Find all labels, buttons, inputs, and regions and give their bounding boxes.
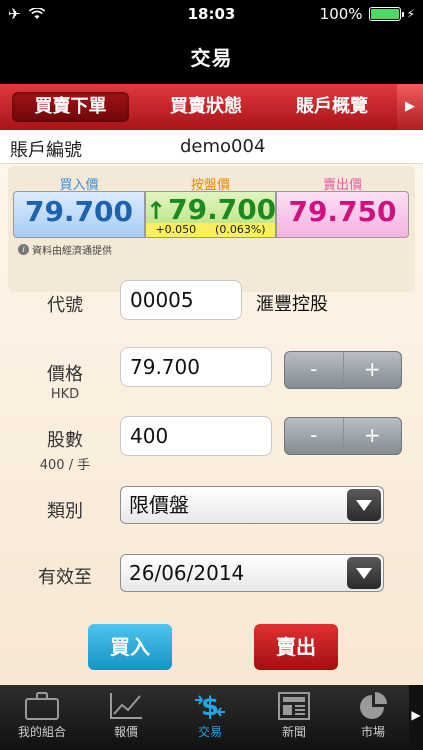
quantity-input[interactable]: 400	[120, 416, 272, 456]
tabbar-market-label: 市場	[360, 725, 385, 739]
order-type-label: 類別	[47, 501, 83, 522]
stock-name: 滙豐控股	[256, 294, 328, 315]
data-source-note: i 資料由經濟通提供	[18, 242, 112, 257]
sell-price-value: 79.750	[288, 195, 397, 228]
quantity-stepper: - +	[284, 417, 402, 455]
up-arrow-icon: ↑	[146, 197, 167, 225]
tab-account-overview[interactable]: 賬戶概覽	[273, 92, 391, 122]
quantity-increase-button[interactable]: +	[342, 418, 402, 454]
tabbar-news-label: 新聞	[281, 725, 306, 739]
chart-line-icon	[110, 693, 142, 719]
dropdown-arrow-icon	[347, 557, 381, 589]
battery-icon	[368, 7, 404, 21]
tabbar-quotes-label: 報價	[113, 725, 138, 739]
price-label: 價格	[47, 364, 83, 385]
trade-tab-strip: 買賣下單 買賣狀態 賬戶概覽 ▶	[0, 84, 423, 130]
price-increase-button[interactable]: +	[342, 352, 402, 388]
newspaper-icon	[278, 692, 310, 720]
price-change-percent: (0.063%)	[215, 223, 266, 236]
tabbar-news[interactable]: 新聞	[252, 685, 336, 750]
pie-chart-icon	[360, 692, 387, 719]
price-stepper: - +	[284, 351, 402, 389]
account-row: 賬戶編號 demo004	[0, 130, 423, 164]
data-source-text: 資料由經濟通提供	[32, 246, 112, 257]
sell-button[interactable]: 賣出	[254, 624, 338, 670]
svg-text:$: $	[201, 692, 219, 721]
sell-price-box[interactable]: 79.750	[276, 191, 409, 238]
dollar-exchange-icon: $	[195, 692, 225, 721]
quantity-decrease-button[interactable]: -	[285, 418, 343, 454]
tab-order-status[interactable]: 買賣狀態	[147, 92, 265, 122]
order-form-panel: 賬戶編號 demo004 買入價 按盤價 賣出價 79.700 ↑79.700 …	[0, 130, 423, 685]
charging-icon: ⚡	[406, 7, 415, 21]
tab-scroll-right-icon[interactable]: ▶	[397, 84, 423, 130]
tabbar-portfolio[interactable]: 我的組合	[0, 685, 84, 750]
account-label: 賬戶編號	[10, 140, 82, 161]
valid-until-label: 有效至	[38, 567, 92, 588]
tabbar-more-icon[interactable]: ▶	[409, 685, 423, 750]
stock-code-input[interactable]: 00005	[120, 280, 242, 320]
order-type-select[interactable]: 限價盤	[120, 486, 384, 524]
buy-price-value: 79.700	[24, 195, 134, 228]
price-change-strip: +0.050 (0.063%)	[146, 223, 275, 237]
valid-until-select[interactable]: 26/06/2014	[120, 554, 384, 592]
valid-until-value: 26/06/2014	[129, 561, 245, 585]
bottom-tab-bar: 我的組合 報價 $ 交易 新聞 市場 ▶	[0, 685, 423, 750]
quote-panel: 買入價 按盤價 賣出價 79.700 ↑79.700 +0.050 (0.063…	[8, 166, 415, 292]
price-currency: HKD	[50, 387, 80, 402]
dropdown-arrow-icon	[347, 489, 381, 521]
code-label: 代號	[47, 295, 83, 316]
top-bar: ✈ 18:03 100% ⚡ 交易	[0, 0, 423, 84]
tabbar-quotes[interactable]: 報價	[84, 685, 168, 750]
status-bar: ✈ 18:03 100% ⚡	[0, 0, 423, 28]
tabbar-trade[interactable]: $ 交易	[168, 685, 252, 750]
tab-place-order[interactable]: 買賣下單	[12, 92, 129, 122]
info-icon: i	[18, 244, 29, 255]
buy-button[interactable]: 買入	[88, 624, 172, 670]
tabbar-trade-label: 交易	[197, 725, 222, 739]
buy-price-box[interactable]: 79.700	[13, 191, 145, 238]
account-number: demo004	[180, 136, 266, 157]
lot-size: 400 / 手	[39, 458, 91, 473]
price-change: +0.050	[155, 223, 197, 236]
price-decrease-button[interactable]: -	[285, 352, 343, 388]
last-price-value: 79.700	[168, 193, 277, 226]
page-title: 交易	[190, 46, 233, 70]
tabbar-portfolio-label: 我的組合	[17, 725, 66, 739]
order-type-value: 限價盤	[129, 493, 189, 517]
quantity-label: 股數	[47, 430, 83, 451]
briefcase-icon	[25, 692, 59, 720]
tabbar-market[interactable]: 市場	[336, 685, 410, 750]
battery-percent: 100%	[319, 5, 363, 23]
price-input[interactable]: 79.700	[120, 347, 272, 387]
last-price-box: ↑79.700 +0.050 (0.063%)	[145, 191, 276, 238]
